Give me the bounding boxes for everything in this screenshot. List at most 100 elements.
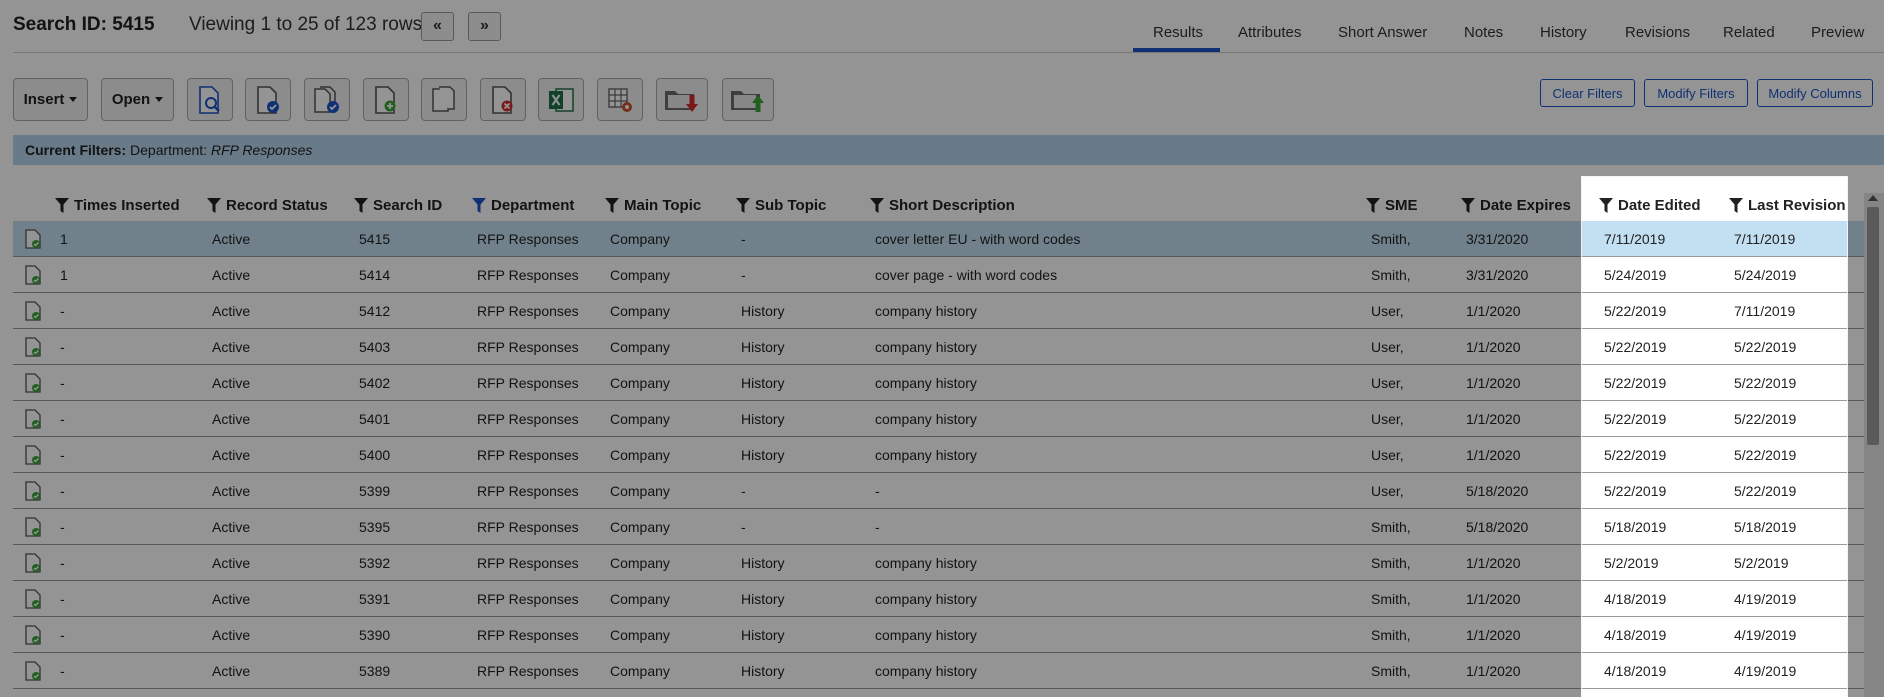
column-header-search-id[interactable]: Search ID	[354, 197, 442, 214]
table-row[interactable]: - Active 5400 RFP Responses Company History co…	[13, 437, 1864, 473]
tab-history[interactable]: History	[1540, 24, 1587, 41]
filter-funnel-icon[interactable]	[1366, 198, 1380, 213]
modify-columns-button[interactable]: Modify Columns	[1757, 79, 1873, 107]
column-header-department[interactable]: Department	[472, 197, 574, 214]
table-row[interactable]: - Active 5401 RFP Responses Company History co…	[13, 401, 1864, 437]
cell-short-description: company history	[875, 447, 977, 463]
table-row[interactable]: - Active 5395 RFP Responses Company - - Smith, 5…	[13, 509, 1864, 545]
delete-document-button[interactable]	[480, 78, 526, 121]
filter-funnel-icon[interactable]	[870, 198, 884, 213]
folder-download-icon	[665, 90, 698, 112]
column-header-short-description[interactable]: Short Description	[870, 197, 1015, 214]
document-check-icon[interactable]	[25, 481, 41, 501]
cell-main-topic: Company	[610, 339, 670, 355]
table-row[interactable]: - Active 5390 RFP Responses Company History co…	[13, 617, 1864, 653]
cell-last-revision: 7/11/2019	[1734, 231, 1796, 247]
cell-main-topic: Company	[610, 267, 670, 283]
tab-attributes[interactable]: Attributes	[1238, 24, 1301, 41]
previous-page-button[interactable]: «	[421, 12, 454, 41]
cell-times-inserted: -	[60, 519, 65, 535]
cell-date-edited: 5/24/2019	[1604, 267, 1667, 283]
check-document-button[interactable]	[245, 78, 291, 121]
table-row[interactable]: - Active 5389 RFP Responses Company History co…	[13, 653, 1864, 689]
tab-related[interactable]: Related	[1723, 24, 1775, 41]
next-page-button[interactable]: »	[468, 12, 501, 41]
table-row[interactable]: - Active 5392 RFP Responses Company History co…	[13, 545, 1864, 581]
document-check-icon[interactable]	[25, 301, 41, 321]
tab-notes[interactable]: Notes	[1464, 24, 1503, 41]
column-header-date-expires[interactable]: Date Expires	[1461, 197, 1571, 214]
document-check-icon[interactable]	[25, 265, 41, 285]
cell-main-topic: Company	[610, 519, 670, 535]
document-check-icon[interactable]	[25, 553, 41, 573]
document-check-icon[interactable]	[25, 373, 41, 393]
cell-last-revision: 4/19/2019	[1734, 591, 1797, 607]
cell-department: RFP Responses	[477, 231, 579, 247]
folder-upload-button[interactable]	[722, 78, 774, 121]
filter-funnel-icon[interactable]	[736, 198, 750, 213]
document-check-icon[interactable]	[25, 409, 41, 429]
column-header-last-revision[interactable]: Last Revision	[1729, 197, 1846, 214]
tab-revisions[interactable]: Revisions	[1625, 24, 1690, 41]
column-header-sme[interactable]: SME	[1366, 197, 1418, 214]
cell-date-edited: 5/22/2019	[1604, 303, 1667, 319]
clear-filters-button[interactable]: Clear Filters	[1540, 79, 1635, 107]
table-row[interactable]: - Active 5412 RFP Responses Company History co…	[13, 293, 1864, 329]
folder-download-button[interactable]	[656, 78, 708, 121]
cell-record-status: Active	[212, 267, 251, 283]
cell-sub-topic: History	[741, 447, 785, 463]
filter-funnel-icon[interactable]	[605, 198, 619, 213]
add-document-button[interactable]	[363, 78, 409, 121]
cell-last-revision: 5/22/2019	[1734, 339, 1797, 355]
filter-funnel-icon[interactable]	[1461, 198, 1475, 213]
insert-dropdown-button[interactable]: Insert	[13, 78, 88, 121]
tab-preview[interactable]: Preview	[1811, 24, 1864, 41]
table-row[interactable]: 1 Active 5414 RFP Responses Company - cover pa…	[13, 257, 1864, 293]
search-document-button[interactable]	[187, 78, 233, 121]
filter-funnel-icon[interactable]	[207, 198, 221, 213]
modify-filters-button[interactable]: Modify Filters	[1644, 79, 1748, 107]
cell-times-inserted: -	[60, 447, 65, 463]
table-row[interactable]: - Active 5391 RFP Responses Company History co…	[13, 581, 1864, 617]
excel-export-button[interactable]	[538, 78, 584, 121]
column-header-label: Times Inserted	[74, 197, 180, 214]
tab-short-answer[interactable]: Short Answer	[1338, 24, 1427, 41]
table-row[interactable]: - Active 5399 RFP Responses Company - - User, 5/…	[13, 473, 1864, 509]
filter-funnel-icon[interactable]	[472, 198, 486, 213]
document-check-icon[interactable]	[25, 337, 41, 357]
document-check-icon[interactable]	[25, 229, 41, 249]
document-check-icon[interactable]	[25, 589, 41, 609]
document-check-icon[interactable]	[25, 517, 41, 537]
chevron-down-icon	[155, 97, 164, 102]
filter-funnel-icon[interactable]	[354, 198, 368, 213]
tab-results[interactable]: Results	[1153, 24, 1203, 41]
column-header-label: Sub Topic	[755, 197, 827, 214]
column-header-sub-topic[interactable]: Sub Topic	[736, 197, 826, 214]
cell-main-topic: Company	[610, 447, 670, 463]
cell-times-inserted: 1	[60, 231, 68, 247]
column-header-date-edited[interactable]: Date Edited	[1599, 197, 1701, 214]
document-check-icon[interactable]	[25, 625, 41, 645]
document-check-icon[interactable]	[25, 661, 41, 681]
table-row[interactable]: 1 Active 5415 RFP Responses Company - cover le…	[13, 221, 1864, 257]
filter-funnel-icon[interactable]	[1729, 198, 1743, 213]
cell-sme: Smith,	[1371, 231, 1411, 247]
filter-funnel-icon[interactable]	[55, 198, 69, 213]
table-row[interactable]: - Active 5402 RFP Responses Company History co…	[13, 365, 1864, 401]
copy-documents-button[interactable]	[421, 78, 467, 121]
cell-short-description: company history	[875, 555, 977, 571]
column-header-times-inserted[interactable]: Times Inserted	[55, 197, 180, 214]
column-header-main-topic[interactable]: Main Topic	[605, 197, 701, 214]
scroll-up-arrow-icon[interactable]	[1868, 195, 1878, 201]
open-dropdown-button[interactable]: Open	[101, 78, 174, 121]
column-header-record-status[interactable]: Record Status	[207, 197, 328, 214]
grid-settings-button[interactable]	[597, 78, 643, 121]
document-check-icon[interactable]	[25, 445, 41, 465]
table-row[interactable]: - Active 5403 RFP Responses Company History co…	[13, 329, 1864, 365]
column-header-label: SME	[1385, 197, 1418, 214]
cell-sub-topic: History	[741, 375, 785, 391]
filter-funnel-icon[interactable]	[1599, 198, 1613, 213]
cell-short-description: -	[875, 519, 880, 535]
check-multiple-documents-button[interactable]	[304, 78, 350, 121]
scrollbar-thumb[interactable]	[1867, 207, 1879, 445]
